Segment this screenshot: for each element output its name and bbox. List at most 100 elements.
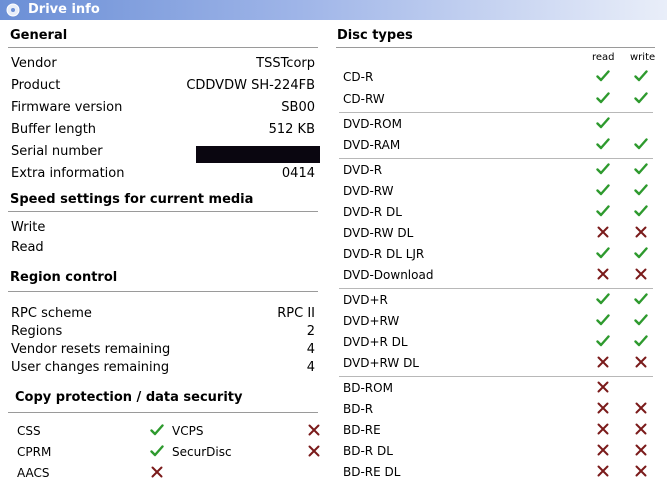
check-icon	[596, 138, 610, 150]
user-changes-label: User changes remaining	[11, 360, 170, 375]
cross-icon	[151, 466, 163, 478]
product-label: Product	[11, 78, 61, 93]
cross-icon	[308, 445, 320, 457]
regions-label: Regions	[11, 324, 63, 339]
rpc-scheme-label: RPC scheme	[11, 306, 92, 321]
disc-bd-re-dl-label: BD-RE DL	[343, 465, 401, 479]
cross-icon	[597, 226, 609, 238]
disc-group-divider	[339, 112, 653, 113]
disc-dvd-r-dl-label: DVD-R DL	[343, 205, 402, 219]
check-icon	[596, 184, 610, 196]
read-speed-label: Read	[11, 240, 44, 255]
disc-types-heading: Disc types	[337, 28, 413, 43]
disc-bd-r-dl-label: BD-R DL	[343, 444, 393, 458]
speed-heading: Speed settings for current media	[10, 192, 254, 207]
copy-vcps-label: VCPS	[172, 424, 204, 438]
check-icon	[596, 247, 610, 259]
extra-info-label: Extra information	[11, 166, 125, 181]
check-icon	[596, 92, 610, 104]
write-column-header: write	[630, 52, 656, 63]
read-column-header: read	[592, 52, 615, 63]
rpc-scheme-value: RPC II	[277, 306, 315, 321]
extra-info-value: 0414	[281, 166, 315, 181]
cross-icon	[635, 423, 647, 435]
vendor-value: TSSTcorp	[256, 56, 315, 71]
title-bar: Drive info	[0, 0, 667, 20]
check-icon	[634, 335, 648, 347]
disc-dvd-rw-dl-label: DVD-RW DL	[343, 226, 414, 240]
check-icon	[634, 314, 648, 326]
user-changes-value: 4	[306, 360, 315, 375]
disc-group-divider	[339, 288, 653, 289]
disc-cd-rw-label: CD-RW	[343, 92, 385, 106]
copy-aacs-label: AACS	[17, 466, 50, 480]
firmware-label: Firmware version	[11, 100, 123, 115]
disc-dvd-r-label: DVD+R	[343, 293, 388, 307]
disc-dvd-r-dl-label: DVD+R DL	[343, 335, 408, 349]
cross-icon	[597, 465, 609, 477]
copy-securdisc-label: SecurDisc	[172, 445, 232, 459]
check-icon	[596, 314, 610, 326]
cross-icon	[597, 444, 609, 456]
product-value: CDDVDW SH-224FB	[186, 78, 315, 93]
general-heading: General	[10, 28, 68, 43]
check-icon	[596, 335, 610, 347]
cross-icon	[597, 423, 609, 435]
disc-bd-rom-label: BD-ROM	[343, 381, 393, 395]
buffer-label: Buffer length	[11, 122, 97, 137]
cross-icon	[597, 402, 609, 414]
disc-types-divider	[336, 47, 655, 48]
general-divider	[8, 47, 318, 48]
disc-dvd-r-label: DVD-R	[343, 163, 383, 177]
check-icon	[596, 293, 610, 305]
disc-dvd-download-label: DVD-Download	[343, 268, 434, 282]
check-icon	[634, 163, 648, 175]
check-icon	[634, 293, 648, 305]
check-icon	[634, 184, 648, 196]
cross-icon	[597, 381, 609, 393]
copy-protection-divider	[8, 412, 318, 413]
region-heading: Region control	[10, 270, 118, 285]
cross-icon	[635, 356, 647, 368]
vendor-label: Vendor	[11, 56, 57, 71]
disc-dvd-r-dl-ljr-label: DVD-R DL LJR	[343, 247, 425, 261]
cross-icon	[635, 444, 647, 456]
disc-dvd-rw-label: DVD+RW	[343, 314, 400, 328]
check-icon	[596, 117, 610, 129]
vendor-resets-label: Vendor resets remaining	[11, 342, 171, 357]
disc-dvd-ram-label: DVD-RAM	[343, 138, 401, 152]
disc-dvd-rw-label: DVD-RW	[343, 184, 394, 198]
cross-icon	[308, 424, 320, 436]
check-icon	[634, 205, 648, 217]
disc-dvd-rom-label: DVD-ROM	[343, 117, 402, 131]
cross-icon	[635, 402, 647, 414]
check-icon	[634, 138, 648, 150]
cross-icon	[635, 465, 647, 477]
speed-divider	[8, 211, 318, 212]
cross-icon	[597, 356, 609, 368]
disc-cd-r-label: CD-R	[343, 70, 374, 84]
check-icon	[150, 445, 164, 457]
cross-icon	[597, 268, 609, 280]
vendor-resets-value: 4	[306, 342, 315, 357]
copy-protection-heading: Copy protection / data security	[15, 390, 243, 405]
disc-group-divider	[339, 376, 653, 377]
serial-redaction	[196, 146, 320, 163]
firmware-value: SB00	[281, 100, 315, 115]
cross-icon	[635, 268, 647, 280]
disc-bd-re-label: BD-RE	[343, 423, 381, 437]
check-icon	[150, 424, 164, 436]
window-title: Drive info	[28, 2, 100, 17]
copy-css-label: CSS	[17, 424, 41, 438]
check-icon	[596, 205, 610, 217]
region-divider	[8, 291, 318, 292]
disc-group-divider	[339, 158, 653, 159]
write-speed-label: Write	[11, 220, 46, 235]
buffer-value: 512 KB	[268, 122, 315, 137]
copy-cprm-label: CPRM	[17, 445, 52, 459]
check-icon	[634, 92, 648, 104]
regions-value: 2	[306, 324, 315, 339]
disc-dvd-rw-dl-label: DVD+RW DL	[343, 356, 419, 370]
serial-label: Serial number	[11, 144, 103, 159]
check-icon	[596, 163, 610, 175]
